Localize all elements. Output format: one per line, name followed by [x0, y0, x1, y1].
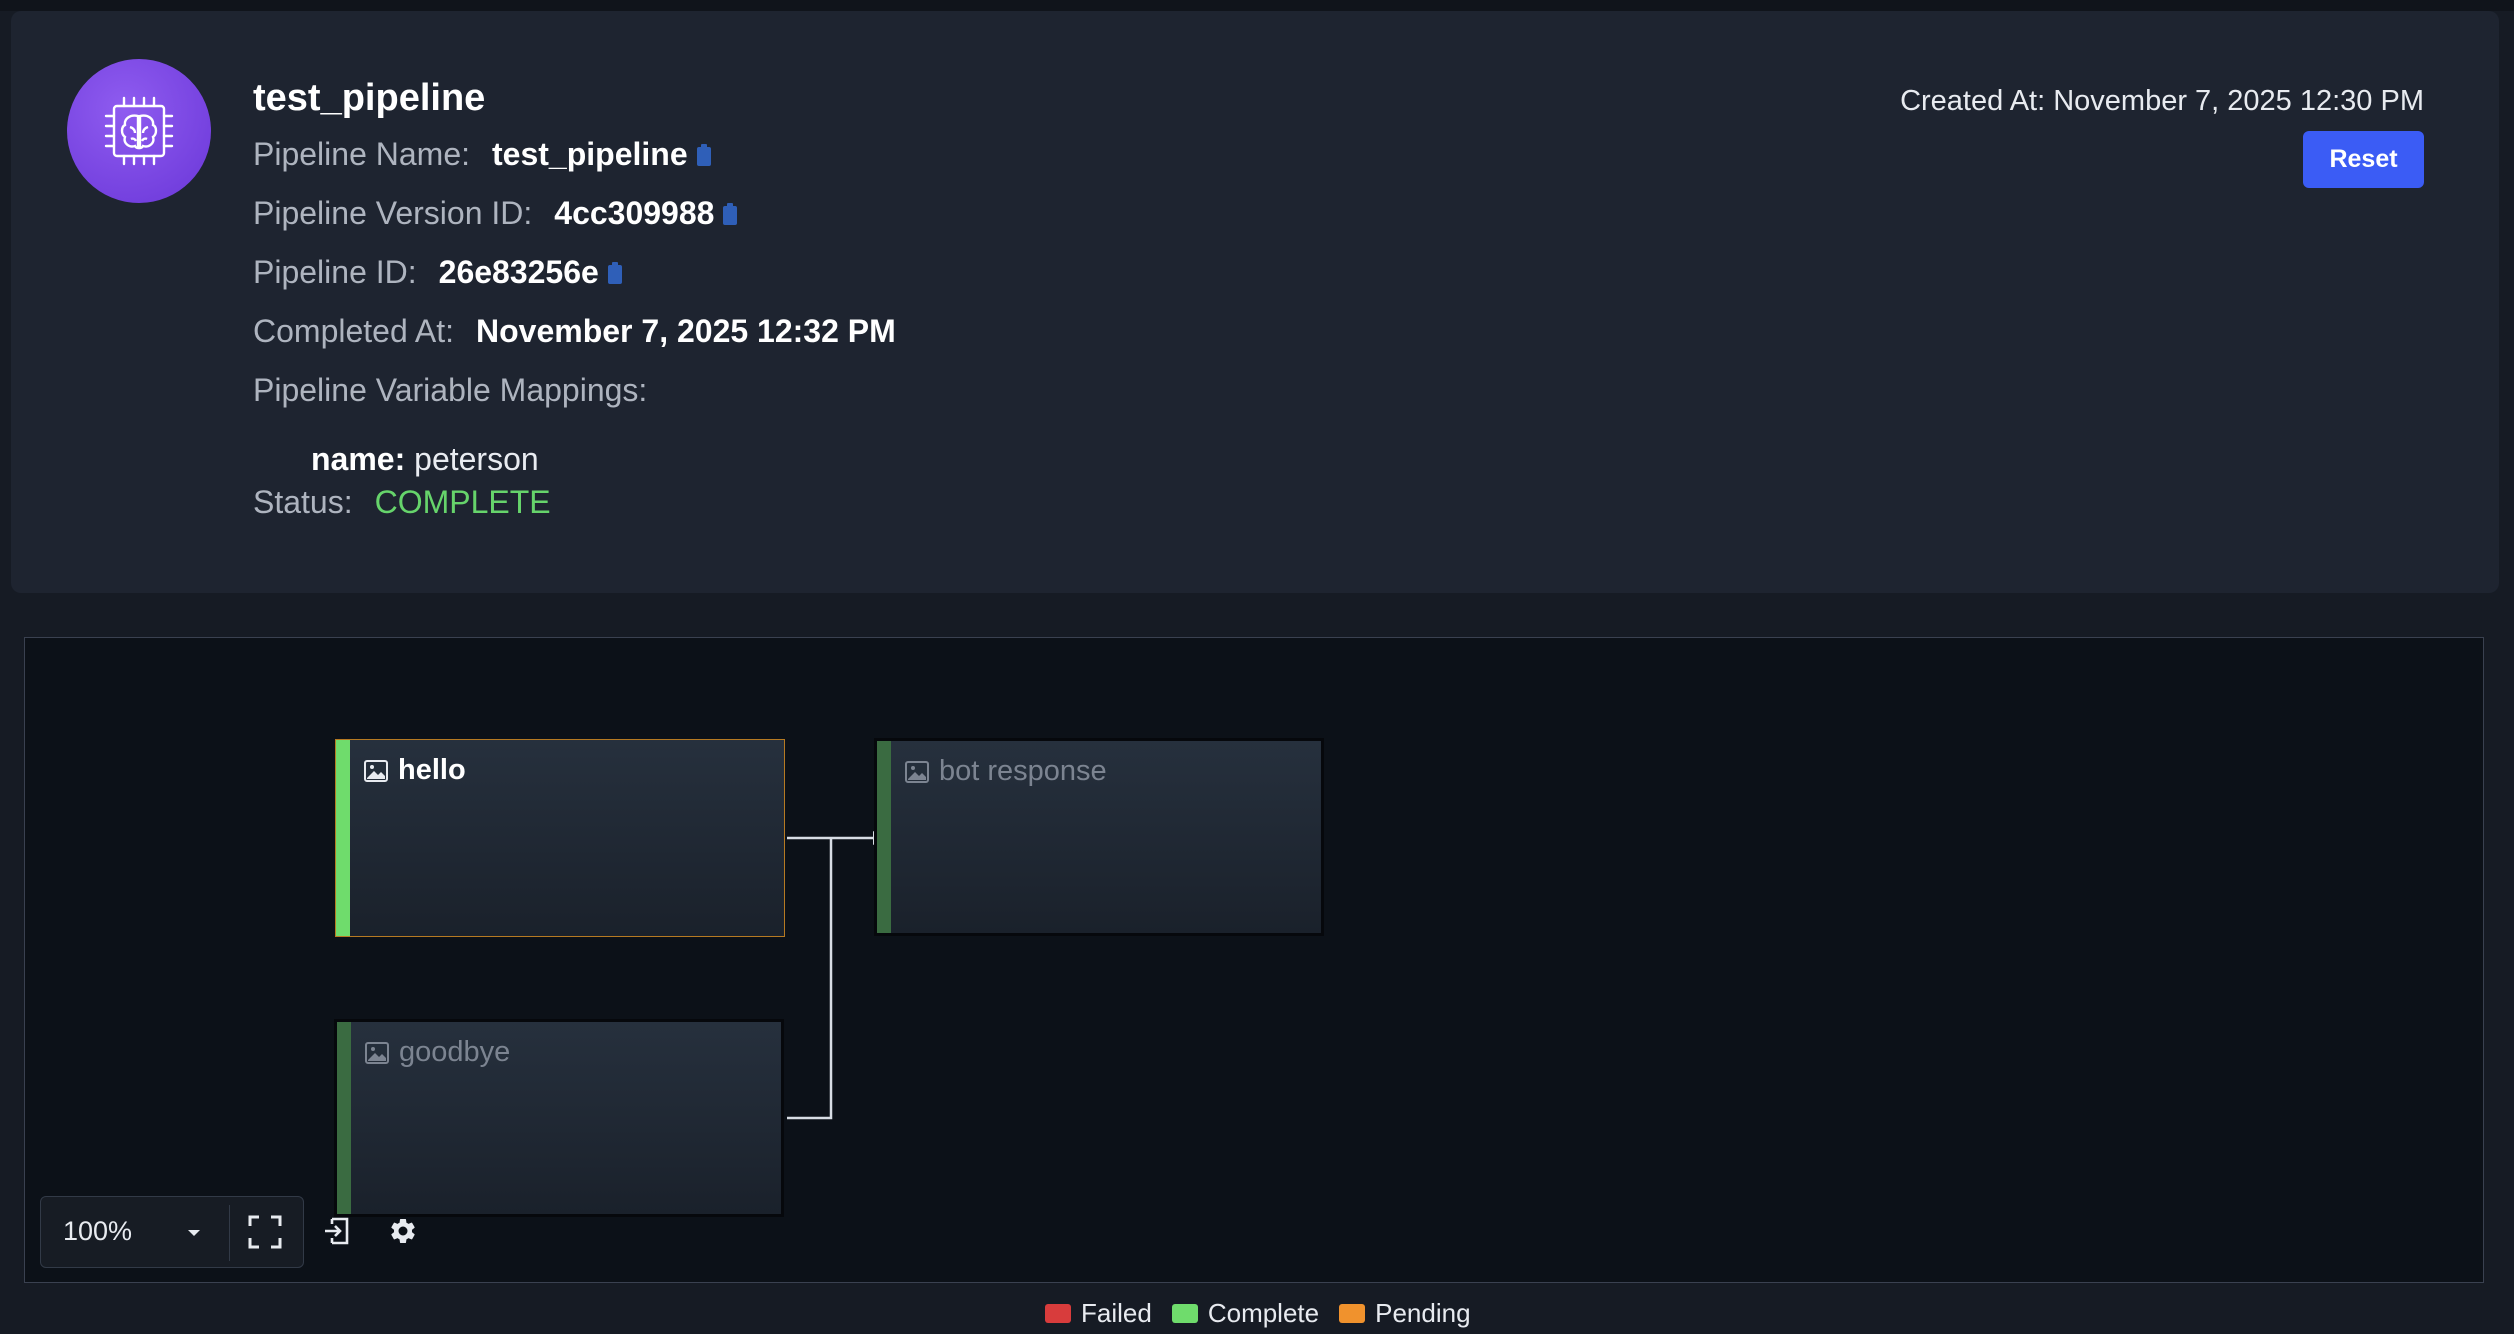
- field-label: Completed At:: [253, 313, 454, 349]
- node-status-bar: [337, 1022, 351, 1214]
- field-pipeline-id: Pipeline ID: 26e83256e: [253, 254, 623, 291]
- image-icon: [365, 1041, 389, 1064]
- image-icon: [905, 760, 929, 783]
- export-icon[interactable]: [322, 1216, 352, 1251]
- field-value: 4cc309988: [554, 195, 715, 231]
- field-label: Pipeline Name:: [253, 136, 470, 172]
- image-icon: [364, 759, 388, 782]
- node-status-bar: [336, 740, 350, 936]
- field-completed-at: Completed At: November 7, 2025 12:32 PM: [253, 313, 896, 350]
- reset-button[interactable]: Reset: [2303, 131, 2424, 188]
- clipboard-icon[interactable]: [722, 202, 738, 226]
- legend-item-complete: Complete: [1171, 1298, 1320, 1329]
- gear-icon[interactable]: [388, 1216, 418, 1251]
- brain-chip-icon: [104, 96, 174, 166]
- field-label: Pipeline Version ID:: [253, 195, 533, 231]
- pipeline-graph-canvas[interactable]: hello bot response goodbye 100%: [24, 637, 2484, 1283]
- node-label: goodbye: [399, 1036, 511, 1068]
- variable-mapping-item: name: peterson: [311, 441, 539, 478]
- legend-swatch: [1171, 1304, 1198, 1323]
- chevron-down-icon[interactable]: [186, 1225, 202, 1243]
- edge-goodbye-to-bot-response: [787, 838, 833, 1120]
- mapping-value: peterson: [414, 441, 539, 477]
- node-goodbye[interactable]: goodbye: [334, 1019, 784, 1217]
- field-label: Pipeline ID:: [253, 254, 417, 290]
- node-label: hello: [398, 754, 466, 786]
- field-label: Pipeline Variable Mappings:: [253, 372, 648, 408]
- page-title: test_pipeline: [253, 77, 486, 119]
- field-variable-mappings: Pipeline Variable Mappings:: [253, 372, 647, 409]
- legend-item-failed: Failed: [1045, 1298, 1152, 1329]
- node-bot-response[interactable]: bot response: [874, 738, 1324, 936]
- node-status-bar: [877, 741, 891, 933]
- node-label: bot response: [939, 755, 1107, 787]
- mapping-key: name:: [311, 441, 406, 477]
- zoom-control: 100%: [40, 1196, 304, 1268]
- field-value: 26e83256e: [438, 254, 599, 290]
- field-status: Status: COMPLETE: [253, 484, 551, 521]
- fullscreen-icon[interactable]: [248, 1215, 282, 1254]
- node-hello[interactable]: hello: [335, 739, 785, 937]
- legend-label: Pending: [1375, 1298, 1471, 1328]
- legend-label: Failed: [1081, 1298, 1152, 1328]
- pipeline-avatar: [67, 59, 211, 203]
- pipeline-header-card: test_pipeline Pipeline Name: test_pipeli…: [11, 11, 2499, 593]
- divider: [229, 1205, 230, 1261]
- field-value: test_pipeline: [492, 136, 688, 172]
- top-strip: [0, 0, 2514, 11]
- zoom-select[interactable]: 100%: [63, 1216, 132, 1247]
- legend-label: Complete: [1207, 1298, 1320, 1328]
- legend-item-pending: Pending: [1339, 1298, 1471, 1329]
- status-legend: Failed Complete Pending: [1045, 1298, 1491, 1329]
- field-value: November 7, 2025 12:32 PM: [476, 313, 896, 349]
- field-pipeline-name: Pipeline Name: test_pipeline: [253, 136, 712, 173]
- clipboard-icon[interactable]: [607, 261, 623, 285]
- legend-swatch: [1045, 1304, 1071, 1323]
- field-pipeline-version-id: Pipeline Version ID: 4cc309988: [253, 195, 738, 232]
- created-at: Created At: November 7, 2025 12:30 PM: [1900, 85, 2424, 117]
- field-label: Status:: [253, 484, 353, 520]
- status-badge: COMPLETE: [374, 484, 551, 520]
- clipboard-icon[interactable]: [696, 143, 712, 167]
- legend-swatch: [1339, 1304, 1366, 1323]
